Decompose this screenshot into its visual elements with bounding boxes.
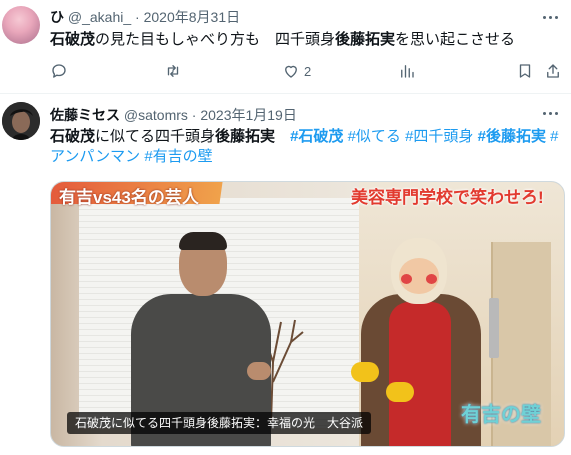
show-logo: 有吉の壁 (461, 404, 541, 426)
tweet-actions: 2 (44, 60, 564, 84)
reply-button[interactable] (50, 62, 72, 80)
bookmark-button[interactable] (516, 62, 534, 80)
costume-glove (351, 362, 379, 382)
share-icon (547, 64, 559, 78)
tweet-text-segment: 後藤拓実 (215, 128, 276, 145)
tweet-text-segment (275, 128, 290, 145)
tweet-header: ひ @_akahi_ · 2020年8月31日 (50, 8, 240, 26)
avatar[interactable] (2, 6, 40, 44)
retweet-button[interactable] (164, 62, 186, 80)
hashtag-link[interactable]: #有吉の壁 (144, 148, 212, 165)
views-button[interactable] (398, 62, 420, 80)
separator: · (135, 9, 140, 25)
bookmark-icon (519, 64, 531, 78)
tweet-date[interactable]: 2020年8月31日 (144, 9, 241, 25)
person-left-hand (247, 362, 271, 380)
like-count: 2 (304, 63, 312, 79)
costume-cheek (401, 274, 412, 284)
tweet-text-segment: の見た目もしゃべり方も 四千頭身 (95, 31, 336, 48)
tweet-text-segment: 石破茂 (50, 31, 96, 48)
more-options-icon[interactable] (541, 104, 559, 122)
display-name[interactable]: ひ (50, 9, 64, 25)
like-button[interactable]: 2 (282, 62, 311, 80)
costume-body (389, 302, 451, 446)
views-icon (401, 65, 414, 78)
tweet-media-image[interactable]: 有吉vs43名の芸人 美容専門学校で笑わせろ! 有吉の壁 石破茂に似てる四千頭身… (50, 181, 565, 447)
retweet-icon (167, 65, 179, 77)
share-button[interactable] (544, 62, 562, 80)
costume-glove (386, 382, 414, 402)
banner-right: 美容専門学校で笑わせろ! (351, 188, 544, 207)
more-options-icon[interactable] (541, 8, 559, 26)
hashtag-link[interactable]: #似てる (348, 128, 401, 145)
tweet-text: 石破茂の見た目もしゃべり方も 四千頭身後藤拓実を思い起こさせる (50, 30, 515, 50)
separator: · (191, 107, 197, 123)
tweet-text-segment: 石破茂 (50, 128, 96, 145)
person-left-hair (179, 232, 227, 250)
hashtag-link[interactable]: #石破茂 (290, 128, 343, 145)
heart-icon (285, 65, 297, 78)
tweet-text-segment: を思い起こさせる (395, 31, 516, 48)
avatar[interactable] (2, 102, 40, 140)
avatar-photo (2, 102, 40, 140)
hashtag-link[interactable]: #四千頭身 (405, 128, 473, 145)
tweet-header: 佐藤ミセス @satomrs · 2023年1月19日 (50, 106, 297, 124)
reply-icon (52, 64, 66, 78)
tweet-1[interactable]: ひ @_akahi_ · 2020年8月31日 石破茂の見た目もしゃべり方も 四… (0, 0, 571, 94)
tweet-date[interactable]: 2023年1月19日 (200, 107, 297, 123)
tweet-text-segment: 後藤拓実 (335, 31, 396, 48)
costume-cheek (426, 274, 437, 284)
banner-left: 有吉vs43名の芸人 (59, 188, 199, 207)
handle[interactable]: @_akahi_ (68, 9, 131, 25)
media-caption: 石破茂に似てる四千頭身後藤拓実：幸福の光 大谷派 (67, 412, 372, 434)
handle[interactable]: @satomrs (124, 107, 188, 123)
display-name[interactable]: 佐藤ミセス (50, 107, 120, 123)
tweet-text: 石破茂に似てる四千頭身後藤拓実 #石破茂 #似てる #四千頭身 #後藤拓実 #ア… (50, 127, 565, 167)
tweet-2[interactable]: 佐藤ミセス @satomrs · 2023年1月19日 石破茂に似てる四千頭身後… (0, 94, 571, 455)
tweet-text-segment: に似てる四千頭身 (95, 128, 216, 145)
hashtag-link[interactable]: #後藤拓実 (478, 128, 546, 145)
wall-panel (489, 298, 499, 358)
